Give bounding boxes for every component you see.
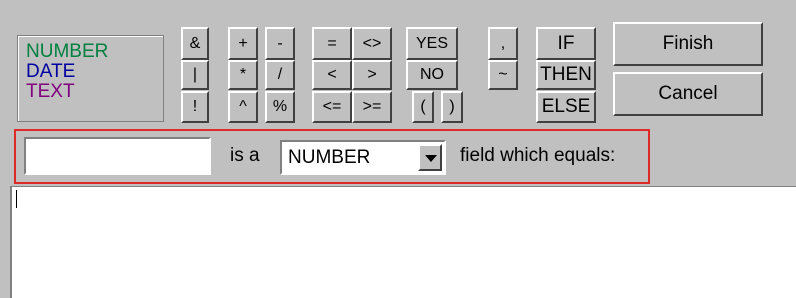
field-type-legend: NUMBER DATE TEXT bbox=[17, 35, 164, 122]
formula-text-area[interactable] bbox=[10, 186, 796, 298]
formula-builder-window: NUMBER DATE TEXT & | ! + - * / ^ % = <> … bbox=[0, 0, 796, 298]
comma-button[interactable]: , bbox=[488, 27, 518, 60]
pipe-button[interactable]: | bbox=[181, 60, 209, 90]
finish-button[interactable]: Finish bbox=[613, 22, 763, 66]
not-button[interactable]: ! bbox=[181, 91, 209, 123]
is-a-label: is a bbox=[230, 145, 260, 166]
then-button[interactable]: THEN bbox=[536, 60, 596, 90]
multiply-button[interactable]: * bbox=[228, 60, 258, 90]
legend-number: NUMBER bbox=[26, 41, 109, 62]
dropdown-arrow-button[interactable] bbox=[418, 144, 442, 171]
field-type-value: NUMBER bbox=[288, 147, 371, 168]
yes-button[interactable]: YES bbox=[406, 27, 458, 60]
greater-equal-button[interactable]: >= bbox=[352, 91, 392, 123]
equals-button[interactable]: = bbox=[312, 27, 352, 60]
not-equal-button[interactable]: <> bbox=[352, 27, 392, 60]
close-paren-button[interactable]: ) bbox=[441, 91, 463, 123]
field-name-input[interactable] bbox=[24, 137, 211, 175]
less-than-button[interactable]: < bbox=[312, 60, 352, 90]
expression-row: is a NUMBER field which equals: bbox=[14, 129, 650, 184]
open-paren-button[interactable]: ( bbox=[412, 91, 434, 123]
power-button[interactable]: ^ bbox=[228, 91, 258, 123]
chevron-down-icon bbox=[425, 155, 437, 162]
greater-than-button[interactable]: > bbox=[352, 60, 392, 90]
divide-button[interactable]: / bbox=[265, 60, 295, 90]
cancel-button[interactable]: Cancel bbox=[613, 72, 763, 116]
plus-button[interactable]: + bbox=[228, 27, 258, 60]
field-type-select[interactable]: NUMBER bbox=[280, 140, 446, 175]
no-button[interactable]: NO bbox=[406, 60, 458, 90]
ampersand-button[interactable]: & bbox=[181, 27, 209, 60]
percent-button[interactable]: % bbox=[265, 91, 295, 123]
else-button[interactable]: ELSE bbox=[536, 91, 596, 123]
field-equals-label: field which equals: bbox=[460, 145, 616, 166]
legend-date: DATE bbox=[26, 61, 76, 82]
less-equal-button[interactable]: <= bbox=[312, 91, 352, 123]
minus-button[interactable]: - bbox=[265, 27, 295, 60]
tilde-button[interactable]: ~ bbox=[488, 60, 518, 90]
text-caret bbox=[16, 190, 17, 208]
legend-text: TEXT bbox=[26, 81, 75, 102]
if-button[interactable]: IF bbox=[536, 27, 596, 60]
